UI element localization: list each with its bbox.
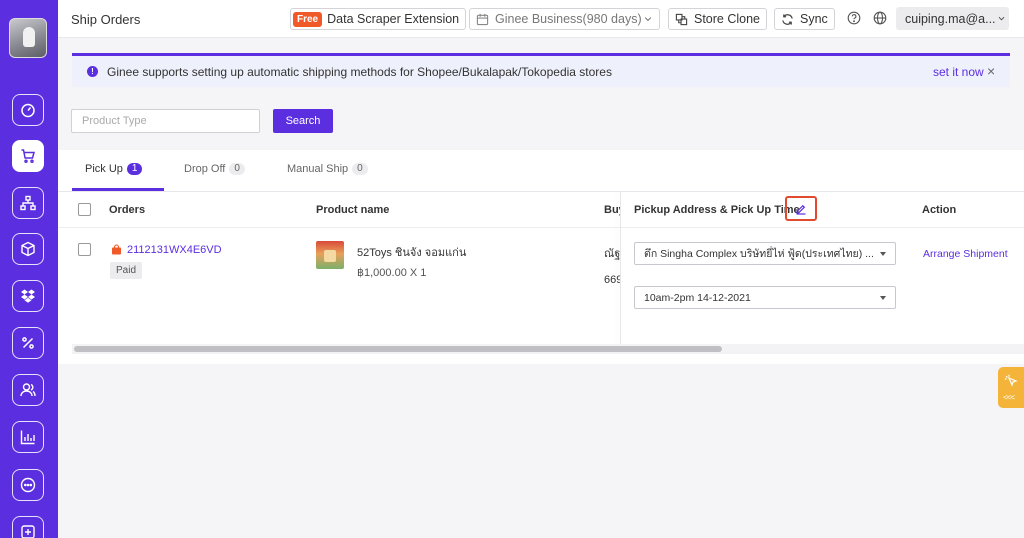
search-button[interactable]: Search	[273, 109, 333, 133]
tab-count: 0	[229, 163, 245, 175]
sidebar	[0, 0, 58, 538]
sidebar-item-customers[interactable]	[12, 374, 44, 406]
column-product-name: Product name	[316, 204, 390, 216]
edit-pickup-button[interactable]	[785, 196, 817, 221]
sync-label: Sync	[800, 12, 828, 26]
buyer-phone: 669	[604, 274, 620, 286]
top-header: Ship Orders Free Data Scraper Extension …	[58, 0, 1024, 38]
sidebar-item-products[interactable]	[12, 233, 44, 265]
tab-label: Pick Up	[85, 163, 123, 175]
sticky-column-divider	[620, 192, 621, 344]
column-action: Action	[922, 204, 957, 216]
active-tab-indicator	[72, 188, 164, 191]
column-orders: Orders	[109, 204, 146, 216]
add-icon	[21, 525, 35, 538]
pickup-time-value: 10am-2pm 14-12-2021	[644, 291, 751, 304]
cart-icon	[21, 149, 35, 163]
sync-icon	[782, 13, 793, 25]
sidebar-item-chat[interactable]	[12, 469, 44, 501]
chevron-down-icon	[644, 17, 652, 22]
tab-label: Manual Ship	[287, 163, 349, 175]
notice-text: Ginee supports setting up automatic ship…	[107, 64, 612, 79]
pickup-address-select[interactable]: ตึก Singha Complex บริษัทยี่ไห่ ฟู้ด(ประ…	[634, 242, 896, 265]
select-all-checkbox[interactable]	[78, 203, 91, 216]
data-scraper-label: Data Scraper Extension	[327, 12, 460, 26]
product-thumbnail[interactable]	[316, 241, 344, 269]
scrollbar-thumb[interactable]	[74, 346, 722, 352]
pencil-icon	[796, 204, 806, 215]
table-header: Orders Product name Buy Pickup Address &…	[58, 192, 1024, 228]
page-title: Ship Orders	[71, 12, 141, 27]
column-pickup: Pickup Address & Pick Up Time	[634, 204, 800, 216]
tab-label: Drop Off	[184, 163, 226, 175]
avatar[interactable]	[9, 18, 47, 58]
calendar-icon	[476, 13, 489, 25]
chat-icon	[20, 477, 36, 493]
sidebar-item-reports[interactable]	[12, 421, 44, 453]
globe-icon[interactable]	[873, 11, 887, 25]
sidebar-item-orders[interactable]	[12, 140, 44, 172]
user-menu[interactable]: cuiping.ma@a...	[896, 7, 1009, 30]
floating-helper-tab[interactable]: <<<	[998, 367, 1024, 408]
hierarchy-icon	[20, 195, 36, 211]
shipping-notice: ! Ginee supports setting up automatic sh…	[72, 53, 1010, 87]
dropbox-icon	[21, 289, 35, 303]
pickup-time-select[interactable]: 10am-2pm 14-12-2021	[634, 286, 896, 309]
users-icon	[20, 383, 36, 397]
tab-manual-ship[interactable]: Manual Ship 0	[287, 163, 368, 175]
shopping-bag-icon	[112, 244, 121, 255]
close-icon[interactable]: ×	[987, 63, 995, 79]
set-it-now-link[interactable]: set it now	[933, 65, 984, 79]
sync-button[interactable]: Sync	[774, 8, 835, 30]
store-clone-label: Store Clone	[694, 12, 761, 26]
sidebar-item-dashboard[interactable]	[12, 94, 44, 126]
sidebar-item-warehouse[interactable]	[12, 280, 44, 312]
help-icon[interactable]	[847, 11, 861, 25]
column-buyer: Buy	[604, 204, 620, 216]
product-name: 52Toys ชินจัง จอมแก่น	[357, 247, 467, 259]
product-type-input[interactable]	[71, 109, 260, 133]
sidebar-item-more[interactable]	[12, 516, 44, 538]
dropdown-arrow-icon	[880, 296, 886, 300]
data-scraper-button[interactable]: Free Data Scraper Extension	[290, 8, 467, 30]
percent-icon	[22, 337, 34, 349]
business-plan-button[interactable]: Ginee Business(980 days)	[469, 8, 660, 30]
dashboard-icon	[21, 103, 35, 118]
buyer-name: ณัฐ	[604, 248, 620, 260]
free-badge: Free	[293, 11, 323, 27]
tab-count: 0	[352, 163, 368, 175]
pickup-address-value: ตึก Singha Complex บริษัทยี่ไห่ ฟู้ด(ประ…	[644, 248, 874, 260]
user-email: cuiping.ma@a...	[905, 11, 996, 26]
arrange-shipment-link[interactable]: Arrange Shipment	[923, 248, 1008, 260]
shipping-tabs: Pick Up 1 Drop Off 0 Manual Ship 0	[58, 150, 1024, 192]
product-price-qty: ฿1,000.00 X 1	[357, 267, 427, 279]
chevron-down-icon	[998, 16, 1004, 21]
order-id-link[interactable]: 2112131WX4E6VD	[127, 244, 222, 256]
sidebar-item-structure[interactable]	[12, 187, 44, 219]
sidebar-item-promotions[interactable]	[12, 327, 44, 359]
tab-count: 1	[126, 163, 143, 175]
horizontal-scrollbar[interactable]	[72, 344, 1024, 354]
chart-icon	[20, 430, 35, 445]
store-clone-button[interactable]: Store Clone	[668, 8, 768, 30]
status-badge: Paid	[110, 262, 143, 279]
cursor-click-icon	[1004, 374, 1018, 387]
business-plan-label: Ginee Business(980 days)	[495, 12, 642, 26]
info-icon: !	[87, 66, 98, 77]
collapse-arrows: <<<	[1003, 393, 1015, 402]
dropdown-arrow-icon	[880, 252, 886, 256]
clone-icon	[675, 13, 688, 25]
tab-pick-up[interactable]: Pick Up 1	[85, 163, 143, 175]
tab-drop-off[interactable]: Drop Off 0	[184, 163, 245, 175]
box-icon	[21, 241, 35, 257]
row-checkbox[interactable]	[78, 243, 91, 256]
orders-table: Orders Product name Buy Pickup Address &…	[58, 192, 1024, 364]
